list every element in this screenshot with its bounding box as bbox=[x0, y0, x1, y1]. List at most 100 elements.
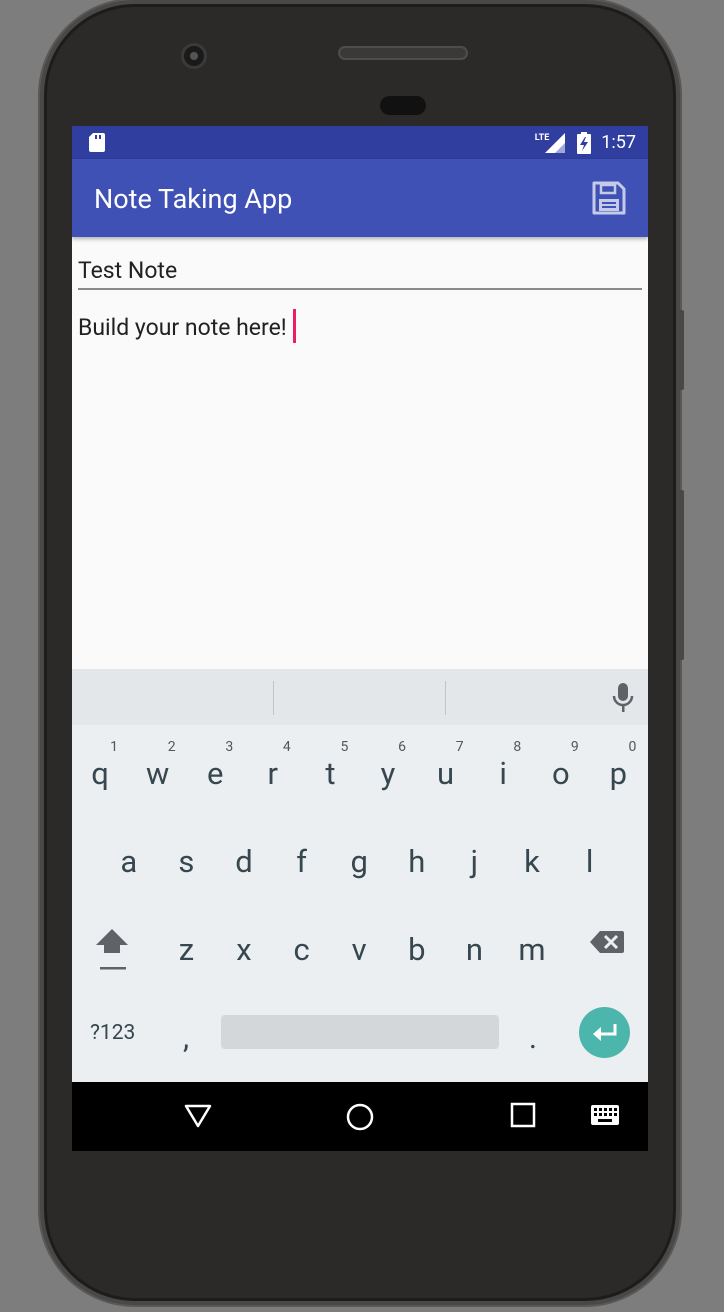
key-label: k bbox=[524, 843, 540, 880]
enter-key[interactable] bbox=[579, 1007, 630, 1058]
key[interactable]: o9 bbox=[533, 731, 589, 811]
key-label: s bbox=[178, 843, 195, 880]
key[interactable]: x bbox=[216, 907, 272, 987]
space-bar[interactable] bbox=[221, 1015, 499, 1049]
key-label: q bbox=[91, 755, 109, 792]
key-number-hint: 1 bbox=[110, 739, 118, 755]
key-label: c bbox=[293, 931, 310, 968]
key-label: x bbox=[236, 931, 252, 968]
network-type: LTE bbox=[534, 132, 550, 143]
key[interactable]: c bbox=[274, 907, 330, 987]
key-number-hint: 5 bbox=[340, 739, 349, 755]
recents-icon[interactable] bbox=[510, 1102, 536, 1128]
key[interactable]: u7 bbox=[418, 731, 474, 811]
key[interactable]: v bbox=[331, 907, 387, 987]
key-label: o bbox=[551, 755, 570, 792]
key[interactable]: p0 bbox=[590, 731, 646, 811]
keyboard-switch-icon[interactable] bbox=[590, 1104, 620, 1126]
key-number-hint: 0 bbox=[628, 739, 637, 755]
home-icon[interactable] bbox=[345, 1102, 375, 1132]
key-label: g bbox=[350, 843, 368, 880]
status-bar: LTE 1:57 bbox=[72, 126, 648, 159]
symbols-key[interactable]: ?123 bbox=[90, 1021, 135, 1045]
key-label: j bbox=[470, 843, 479, 880]
note-body-text: Build your note here! bbox=[78, 314, 287, 342]
key-label: e bbox=[206, 755, 224, 792]
key-label: b bbox=[408, 931, 426, 968]
key-number-hint: 4 bbox=[282, 739, 291, 755]
navigation-bar bbox=[72, 1082, 648, 1151]
key-label: h bbox=[408, 843, 426, 880]
key-label: f bbox=[296, 843, 307, 880]
key[interactable]: j bbox=[446, 819, 502, 899]
key[interactable]: d bbox=[216, 819, 272, 899]
key[interactable]: f bbox=[274, 819, 330, 899]
key[interactable]: r4 bbox=[245, 731, 301, 811]
microphone-icon[interactable] bbox=[612, 683, 634, 713]
key-label: t bbox=[325, 755, 336, 792]
note-title-text: Test Note bbox=[78, 257, 178, 284]
proximity-sensor bbox=[380, 96, 426, 115]
key[interactable]: z bbox=[158, 907, 214, 987]
comma-key-label: , bbox=[182, 1019, 190, 1056]
key[interactable]: m bbox=[504, 907, 560, 987]
suggestion-divider bbox=[445, 681, 446, 715]
shift-icon[interactable] bbox=[94, 923, 130, 973]
period-key[interactable]: . bbox=[505, 995, 561, 1075]
key[interactable]: y6 bbox=[360, 731, 416, 811]
key[interactable]: n bbox=[446, 907, 502, 987]
sd-card-icon bbox=[89, 133, 105, 152]
app-bar: Note Taking App bbox=[72, 159, 648, 237]
earpiece-speaker bbox=[338, 46, 468, 60]
enter-icon bbox=[593, 1024, 617, 1041]
back-icon[interactable] bbox=[184, 1102, 212, 1130]
backspace-icon[interactable] bbox=[588, 929, 626, 957]
key-label: u bbox=[437, 755, 455, 792]
key-label: r bbox=[267, 755, 279, 792]
key[interactable]: g bbox=[331, 819, 387, 899]
power-button bbox=[678, 490, 684, 660]
battery-charging-icon bbox=[577, 131, 592, 154]
soft-keyboard: q1w2e3r4t5y6u7i8o9p0 asdfghjkl zxcvbnm ?… bbox=[72, 669, 648, 1082]
key-label: w bbox=[145, 755, 170, 792]
key[interactable]: k bbox=[504, 819, 560, 899]
key[interactable]: e3 bbox=[187, 731, 243, 811]
key[interactable]: b bbox=[389, 907, 445, 987]
key[interactable]: s bbox=[158, 819, 214, 899]
comma-key[interactable]: , bbox=[158, 995, 214, 1075]
key-label: a bbox=[120, 843, 138, 880]
key-label: m bbox=[518, 931, 546, 968]
key[interactable]: q1 bbox=[72, 731, 128, 811]
key[interactable]: t5 bbox=[302, 731, 358, 811]
app-title: Note Taking App bbox=[94, 183, 293, 215]
key[interactable]: i8 bbox=[475, 731, 531, 811]
key-number-hint: 8 bbox=[513, 739, 522, 755]
key[interactable]: l bbox=[562, 819, 618, 899]
note-title-input[interactable]: Test Note bbox=[78, 254, 642, 290]
key-number-hint: 2 bbox=[167, 739, 176, 755]
volume-button bbox=[678, 310, 684, 390]
suggestion-strip bbox=[72, 669, 648, 725]
key-label: l bbox=[585, 843, 594, 880]
key-label: z bbox=[178, 931, 195, 968]
clock: 1:57 bbox=[601, 132, 636, 153]
key-number-hint: 9 bbox=[570, 739, 579, 755]
suggestion-divider bbox=[273, 681, 274, 715]
key-number-hint: 3 bbox=[225, 739, 234, 755]
key-label: p bbox=[609, 755, 628, 792]
period-key-label: . bbox=[528, 1019, 538, 1056]
note-body-input[interactable]: Build your note here! bbox=[78, 309, 642, 642]
key-label: v bbox=[351, 931, 367, 968]
key[interactable]: w2 bbox=[130, 731, 186, 811]
key-label: n bbox=[465, 931, 483, 968]
key-number-hint: 7 bbox=[455, 739, 464, 755]
key-number-hint: 6 bbox=[398, 739, 406, 755]
screen: LTE 1:57 Note Taking App Test Note Build… bbox=[72, 126, 648, 1151]
front-camera bbox=[181, 43, 207, 69]
key[interactable]: h bbox=[389, 819, 445, 899]
key-label: i bbox=[499, 755, 507, 792]
key-label: y bbox=[380, 755, 396, 792]
text-cursor bbox=[292, 309, 296, 343]
save-icon[interactable] bbox=[592, 181, 626, 215]
key[interactable]: a bbox=[101, 819, 157, 899]
